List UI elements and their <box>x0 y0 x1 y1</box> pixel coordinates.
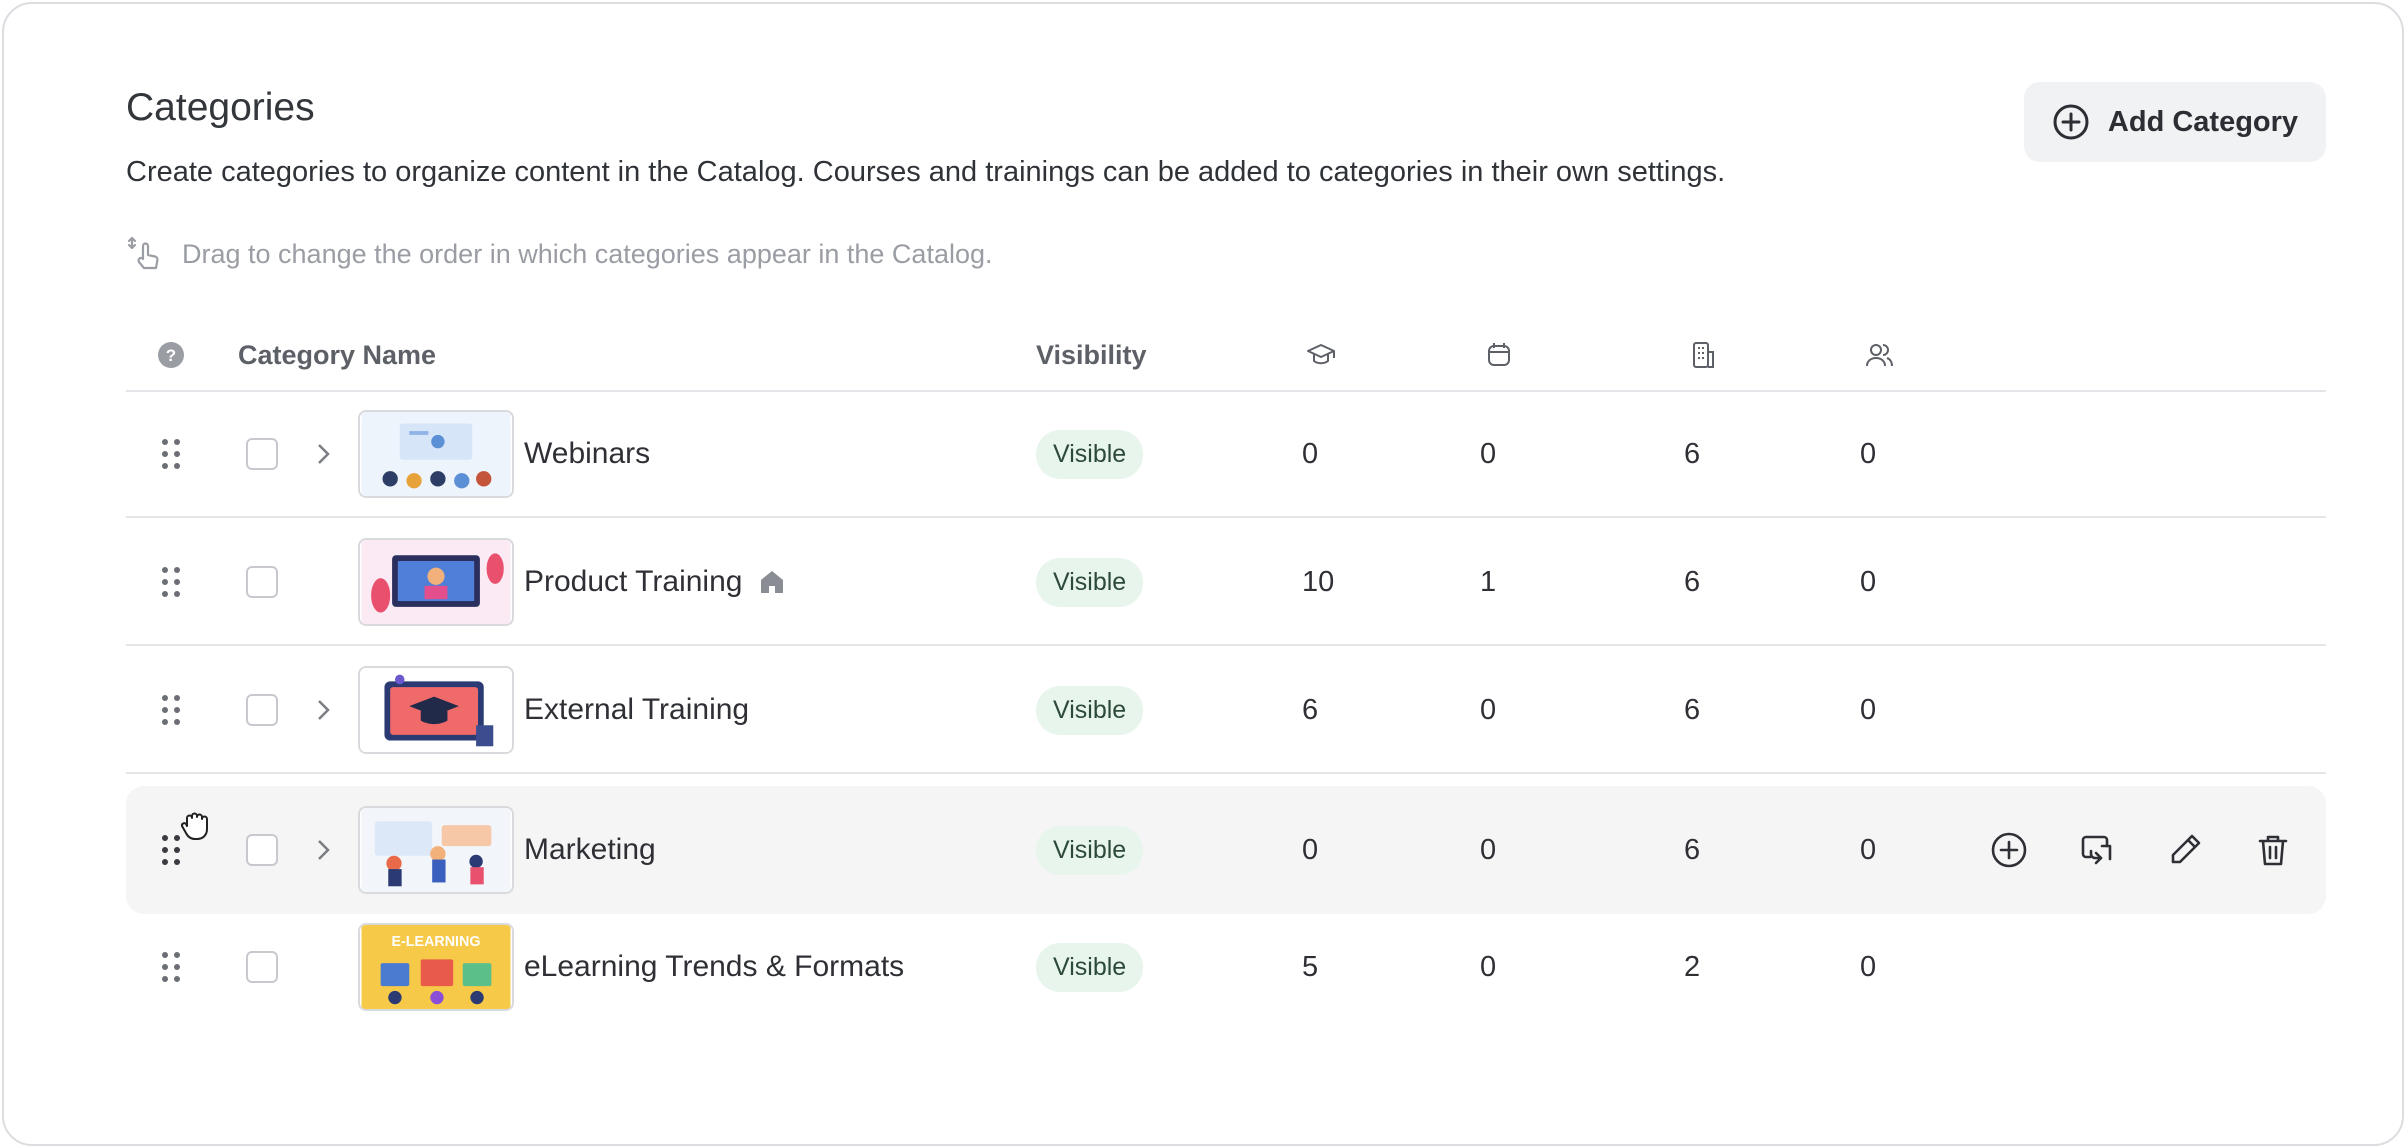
drag-hint: Drag to change the order in which catego… <box>126 234 993 274</box>
category-thumbnail <box>358 538 514 626</box>
edit-pencil-icon[interactable] <box>2166 786 2204 914</box>
table-header: ? Category Name Visibility <box>126 320 2326 392</box>
row-checkbox[interactable] <box>246 951 278 983</box>
table-row[interactable]: Product Training Visible 10 1 6 0 <box>126 520 2326 646</box>
events-count: 0 <box>1480 833 1497 866</box>
category-name[interactable]: Marketing <box>524 833 656 867</box>
row-checkbox[interactable] <box>246 694 278 726</box>
visibility-badge: Visible <box>1036 685 1144 735</box>
events-count: 0 <box>1480 693 1497 726</box>
branches-count: 6 <box>1684 833 1701 866</box>
page-subtitle: Create categories to organize content in… <box>126 156 1726 188</box>
delete-trash-icon[interactable] <box>2254 786 2292 914</box>
chevron-right-icon[interactable] <box>312 392 334 516</box>
table-row[interactable]: E-LEARNING eLearning Trends & Formats Vi… <box>126 904 2326 1030</box>
branches-count: 6 <box>1684 693 1701 726</box>
column-category-name[interactable]: Category Name <box>238 320 436 390</box>
drag-handle-icon[interactable] <box>160 904 182 1030</box>
category-thumbnail: E-LEARNING <box>358 923 514 1011</box>
visibility-badge: Visible <box>1036 942 1144 992</box>
courses-count: 0 <box>1302 437 1319 470</box>
users-icon[interactable] <box>1864 320 1894 390</box>
page-title: Categories <box>126 86 315 129</box>
category-name[interactable]: Webinars <box>524 437 650 471</box>
svg-text:?: ? <box>166 346 176 365</box>
drag-handle-icon[interactable] <box>160 648 182 772</box>
courses-count: 10 <box>1302 565 1335 598</box>
chevron-right-icon[interactable] <box>312 786 334 914</box>
help-icon[interactable]: ? <box>156 320 186 390</box>
branches-count: 6 <box>1684 565 1701 598</box>
drag-hand-icon <box>127 236 159 270</box>
drag-hint-text: Drag to change the order in which catego… <box>182 238 993 269</box>
table-row[interactable]: Webinars Visible 0 0 6 0 <box>126 392 2326 518</box>
calendar-icon[interactable] <box>1484 320 1514 390</box>
branches-count: 6 <box>1684 437 1701 470</box>
courses-count: 5 <box>1302 950 1319 983</box>
category-thumbnail <box>358 806 514 894</box>
courses-count: 6 <box>1302 693 1319 726</box>
category-thumbnail <box>358 410 514 498</box>
plus-circle-icon <box>2053 104 2089 140</box>
users-count: 0 <box>1860 565 1877 598</box>
category-name[interactable]: eLearning Trends & Formats <box>524 950 904 984</box>
users-count: 0 <box>1860 437 1877 470</box>
graduation-cap-icon[interactable] <box>1306 320 1336 390</box>
column-visibility[interactable]: Visibility <box>1036 320 1147 390</box>
users-count: 0 <box>1860 693 1877 726</box>
add-category-button[interactable]: Add Category <box>2024 82 2326 162</box>
add-category-label: Add Category <box>2107 105 2299 138</box>
move-icon[interactable] <box>2078 786 2116 914</box>
category-name[interactable]: Product Training <box>524 565 742 599</box>
visibility-badge: Visible <box>1036 825 1144 875</box>
branches-count: 2 <box>1684 950 1701 983</box>
table-row[interactable]: External Training Visible 6 0 6 0 <box>126 648 2326 774</box>
events-count: 0 <box>1480 950 1497 983</box>
visibility-badge: Visible <box>1036 429 1144 479</box>
chevron-right-icon[interactable] <box>312 648 334 772</box>
visibility-badge: Visible <box>1036 557 1144 607</box>
thumbnail-logo-text: E-LEARNING <box>392 934 481 950</box>
building-icon[interactable] <box>1688 320 1718 390</box>
drag-handle-icon[interactable] <box>160 520 182 644</box>
row-checkbox[interactable] <box>246 438 278 470</box>
courses-count: 0 <box>1302 833 1319 866</box>
category-thumbnail <box>358 666 514 754</box>
users-count: 0 <box>1860 833 1877 866</box>
row-checkbox[interactable] <box>246 834 278 866</box>
category-name[interactable]: External Training <box>524 693 749 727</box>
users-count: 0 <box>1860 950 1877 983</box>
row-checkbox[interactable] <box>246 566 278 598</box>
events-count: 1 <box>1480 565 1497 598</box>
home-icon <box>761 571 784 593</box>
events-count: 0 <box>1480 437 1497 470</box>
add-subcategory-icon[interactable] <box>1990 786 2028 914</box>
drag-handle-icon[interactable] <box>160 392 182 516</box>
table-row[interactable]: Marketing Visible 0 0 6 0 <box>126 786 2326 914</box>
grab-cursor-icon <box>178 806 212 842</box>
